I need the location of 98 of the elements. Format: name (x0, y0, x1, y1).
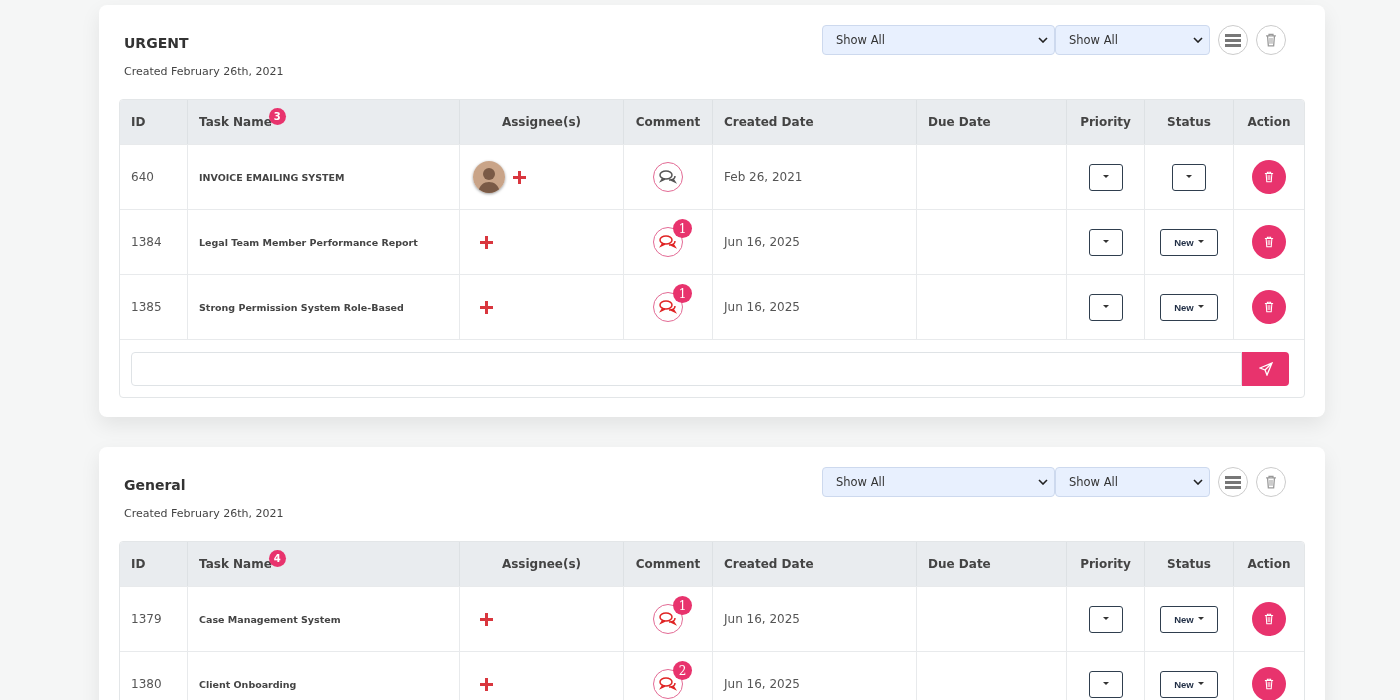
caret-icon (1197, 617, 1204, 621)
task-name[interactable]: Strong Permission System Role-Based (199, 301, 404, 313)
status-dropdown[interactable] (1172, 163, 1206, 191)
trash-icon (1265, 475, 1277, 489)
comment-count-badge: 1 (673, 219, 692, 238)
task-name[interactable]: Legal Team Member Performance Report (199, 236, 418, 248)
status-dropdown[interactable]: New (1160, 605, 1218, 633)
column-header: Due Date (928, 557, 991, 571)
comment-count-badge: 1 (673, 596, 692, 615)
delete-button[interactable] (1252, 602, 1286, 636)
column-header: Created Date (724, 557, 814, 571)
caret-icon (1186, 175, 1192, 179)
column-header: ID (131, 557, 146, 571)
chat-icon (659, 300, 677, 314)
table-cell: Jun 16, 2025 (724, 612, 800, 626)
filter-select[interactable]: Show All (1055, 467, 1210, 497)
chat-icon (659, 612, 677, 626)
input-field[interactable] (131, 352, 1242, 386)
table-cell: 1380 (131, 677, 162, 691)
add-assignee-icon[interactable] (480, 300, 493, 314)
filter-select[interactable]: Show All (822, 25, 1055, 55)
trash-icon (1265, 33, 1277, 47)
table-cell: 1379 (131, 612, 162, 626)
column-header: Comment (635, 115, 701, 129)
caret-icon (1102, 240, 1109, 244)
column-header: Priority (1080, 557, 1131, 571)
table-cell: Feb 26, 2021 (724, 170, 803, 184)
filter-select[interactable]: Show All (1055, 25, 1210, 55)
caret-icon (1102, 175, 1109, 179)
send-icon (1258, 362, 1273, 376)
table-cell: Jun 16, 2025 (724, 300, 800, 314)
column-header: Assignee(s) (501, 115, 582, 129)
priority-dropdown[interactable] (1088, 228, 1123, 256)
filter-select[interactable]: Show All (822, 467, 1055, 497)
column-header: Status (1167, 115, 1211, 129)
trash-icon (1264, 301, 1274, 313)
caret-icon (1102, 682, 1109, 686)
table-cell: Jun 16, 2025 (724, 677, 800, 691)
priority-dropdown[interactable] (1088, 670, 1123, 698)
table-cell: 640 (131, 170, 154, 184)
comment-count-badge: 2 (673, 661, 692, 680)
chevron-down-icon (1193, 479, 1203, 485)
column-header: Due Date (928, 115, 991, 129)
chevron-down-icon (1038, 479, 1048, 485)
priority-dropdown[interactable] (1088, 163, 1123, 191)
trash-icon (1264, 171, 1274, 183)
created-text: Created February 26th, 2021 (124, 65, 284, 78)
caret-icon (1102, 617, 1109, 621)
column-header: Priority (1080, 115, 1131, 129)
table-cell: 1384 (131, 235, 162, 249)
caret-icon (1102, 305, 1109, 309)
column-header: Action (1247, 557, 1291, 571)
delete-button[interactable] (1252, 290, 1286, 324)
column-header: Action (1247, 115, 1291, 129)
task-name[interactable]: INVOICE EMAILING SYSTEM (199, 171, 345, 183)
priority-dropdown[interactable] (1088, 605, 1123, 633)
trash-icon (1264, 613, 1274, 625)
status-dropdown[interactable]: New (1160, 293, 1218, 321)
table-cell: 1385 (131, 300, 162, 314)
group-title: URGENT (124, 35, 190, 51)
trash-icon (1264, 678, 1274, 690)
column-header: Created Date (724, 115, 814, 129)
list-view-button[interactable] (1218, 25, 1248, 55)
send-button[interactable] (1242, 352, 1289, 386)
table-cell: Jun 16, 2025 (724, 235, 800, 249)
delete-button[interactable] (1252, 225, 1286, 259)
delete-button[interactable] (1252, 667, 1286, 700)
chat-icon (659, 170, 677, 184)
chat-icon (659, 235, 677, 249)
add-assignee-icon[interactable] (480, 612, 493, 626)
add-assignee-icon[interactable] (480, 235, 493, 249)
column-header: Comment (635, 557, 701, 571)
comment-button[interactable] (653, 162, 683, 192)
list-icon (1225, 33, 1241, 47)
task-name[interactable]: Case Management System (199, 613, 341, 625)
group-title: General (124, 477, 187, 493)
column-header: ID (131, 115, 146, 129)
column-header: Assignee(s) (501, 557, 582, 571)
task-name[interactable]: Client Onboarding (199, 678, 297, 690)
list-icon (1225, 475, 1241, 489)
chevron-down-icon (1193, 37, 1203, 43)
priority-dropdown[interactable] (1088, 293, 1123, 321)
delete-button[interactable] (1252, 160, 1286, 194)
status-dropdown[interactable]: New (1160, 670, 1218, 698)
caret-icon (1197, 305, 1204, 309)
caret-icon (1197, 682, 1204, 686)
trash-icon (1264, 236, 1274, 248)
avatar[interactable] (473, 161, 505, 193)
add-assignee-icon[interactable] (513, 170, 526, 184)
list-view-button[interactable] (1218, 467, 1248, 497)
chevron-down-icon (1038, 37, 1048, 43)
comment-count-badge: 1 (673, 284, 692, 303)
caret-icon (1197, 240, 1204, 244)
chat-icon (659, 677, 677, 691)
add-assignee-icon[interactable] (480, 677, 493, 691)
column-header: Status (1167, 557, 1211, 571)
created-text: Created February 26th, 2021 (124, 507, 284, 520)
status-dropdown[interactable]: New (1160, 228, 1218, 256)
